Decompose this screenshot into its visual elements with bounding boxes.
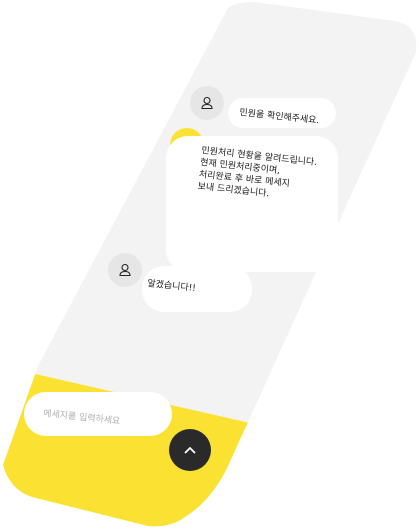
user-icon xyxy=(119,263,131,277)
message-bubble: 민원을 확인해주세요. xyxy=(228,98,336,128)
message-input-placeholder: 메세지를 입력하세요 xyxy=(42,408,121,428)
avatar xyxy=(190,86,224,120)
message-bubble: 민원처리 현황을 알려드립니다. 현재 민원처리중이며, 처리완료 후 바로 메… xyxy=(166,136,338,272)
message-text: 민원처리 현황을 알려드립니다. 현재 민원처리중이며, 처리완료 후 바로 메… xyxy=(197,145,318,200)
message-text: 알겠습니다!! xyxy=(146,278,197,295)
message-text: 민원을 확인해주세요. xyxy=(238,107,320,127)
chevron-up-icon xyxy=(184,447,196,454)
user-icon xyxy=(201,96,213,110)
chat-screen-mockup: 민원을 확인해주세요. 민원처리 현황을 알려드립니다. 현재 민원처리중이며,… xyxy=(0,0,419,531)
message-bubble: 알겠습니다!! xyxy=(142,266,252,312)
avatar xyxy=(108,253,142,287)
send-button[interactable] xyxy=(169,429,211,471)
message-input[interactable]: 메세지를 입력하세요 xyxy=(24,392,172,436)
